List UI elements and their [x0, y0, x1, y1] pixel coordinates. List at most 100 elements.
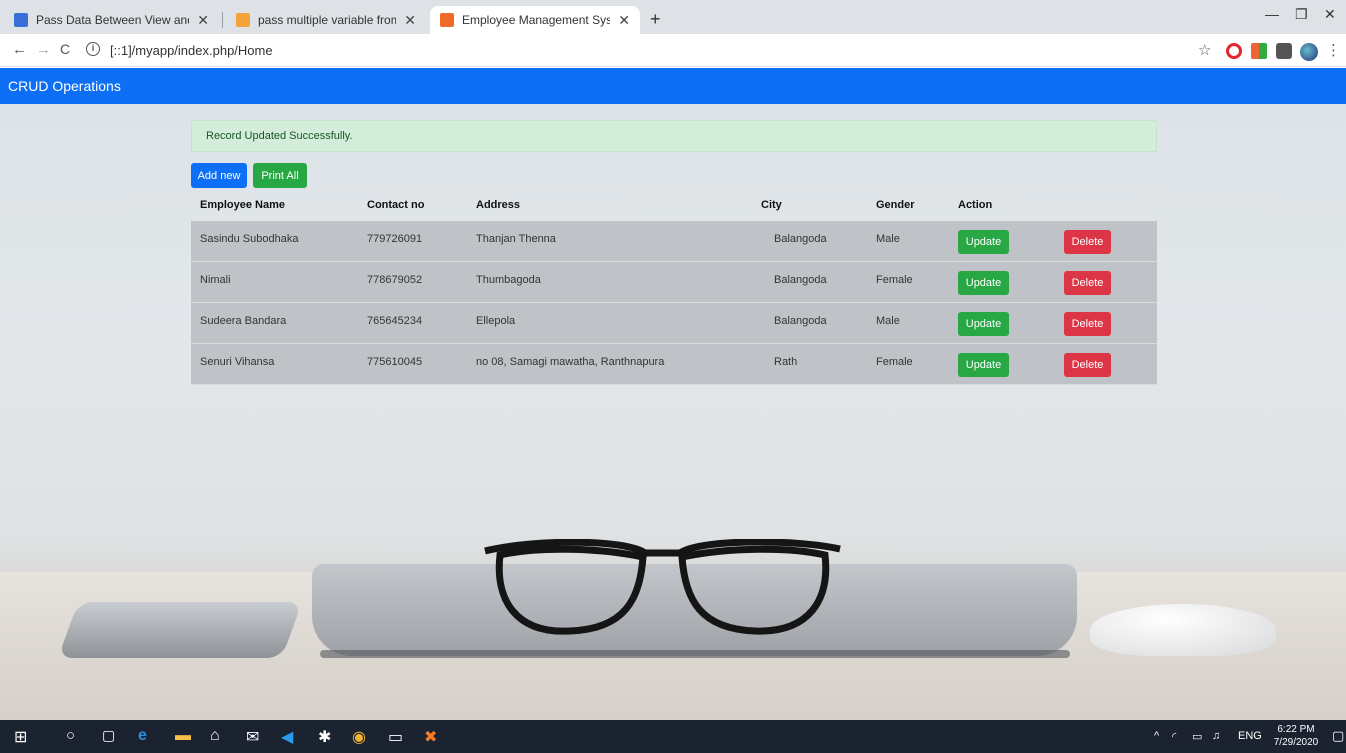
browser-tab-strip: Pass Data Between View and Con ✕ pass mu… — [0, 0, 1346, 34]
show-hidden-icons-icon[interactable]: ^ — [1154, 730, 1159, 742]
new-tab-button[interactable]: + — [650, 9, 661, 30]
browser-menu-icon[interactable]: ⋮ — [1326, 41, 1341, 59]
tab-separator — [222, 12, 223, 28]
mail-icon[interactable]: ✉ — [246, 727, 259, 747]
address-cell: no 08, Samagi mawatha, Ranthnapura — [476, 356, 665, 368]
page-content: Record Updated Successfully. Add new Pri… — [0, 104, 1346, 720]
gender-cell: Female — [876, 274, 913, 286]
system-clock[interactable]: 6:22 PM 7/29/2020 — [1268, 723, 1324, 749]
app-snowflake-icon[interactable]: ✱ — [318, 727, 331, 747]
volume-icon[interactable]: ♫ — [1212, 730, 1220, 742]
maximize-button[interactable]: ❐ — [1295, 6, 1308, 23]
tab-favicon-icon — [14, 13, 28, 27]
browser-tab-2[interactable]: pass multiple variable from contr ✕ — [226, 6, 426, 34]
table-row: Sasindu Subodhaka 779726091 Thanjan Then… — [191, 221, 1157, 262]
language-indicator[interactable]: ENG — [1238, 730, 1262, 742]
tab-close-icon[interactable]: ✕ — [404, 12, 416, 29]
tab-title: Employee Management System — [462, 13, 611, 27]
terminal-icon[interactable]: ▭ — [388, 727, 403, 747]
delete-button[interactable]: Delete — [1064, 353, 1111, 377]
city-cell: Rath — [774, 356, 798, 368]
delete-button[interactable]: Delete — [1064, 271, 1111, 295]
gender-cell: Male — [876, 233, 900, 245]
navbar-brand[interactable]: CRUD Operations — [8, 78, 121, 94]
tab-title: Pass Data Between View and Con — [36, 13, 189, 27]
task-view-icon[interactable]: ▢ — [102, 727, 115, 744]
extension-icon[interactable] — [1251, 43, 1267, 59]
update-button[interactable]: Update — [958, 312, 1009, 336]
notifications-icon[interactable]: ▢ — [1332, 728, 1344, 744]
edge-browser-icon[interactable]: e — [138, 727, 147, 745]
table-header: Employee Name Contact no Address City Ge… — [191, 188, 1157, 221]
clock-date: 7/29/2020 — [1273, 737, 1319, 748]
background-laptop-edge — [320, 650, 1070, 658]
city-cell: Balangoda — [774, 274, 827, 286]
browser-tab-1[interactable]: Pass Data Between View and Con ✕ — [4, 6, 219, 34]
city-cell: Balangoda — [774, 233, 827, 245]
file-explorer-icon[interactable]: ▬ — [175, 727, 191, 745]
tab-title: pass multiple variable from contr — [258, 13, 397, 27]
windows-taskbar: ⊞ ○ ▢ e ▬ ⌂ ✉ ◀ ✱ ◉ ▭ ✖ ^ ◜ ▭ ♫ ENG 6:22… — [0, 720, 1346, 753]
tab-close-icon[interactable]: ✕ — [197, 12, 209, 29]
column-header: Contact no — [367, 199, 425, 211]
tab-close-icon[interactable]: ✕ — [618, 12, 630, 29]
column-header: Action — [958, 199, 993, 211]
column-header: City — [761, 199, 782, 211]
employee-name-cell: Senuri Vihansa — [200, 356, 275, 368]
address-bar[interactable]: [::1]/myapp/index.php/Home — [110, 43, 273, 58]
puzzle-extensions-icon[interactable] — [1276, 43, 1292, 59]
back-arrow-icon[interactable]: ← — [12, 41, 27, 58]
employee-name-cell: Nimali — [200, 274, 231, 286]
site-info-icon[interactable]: i — [86, 42, 100, 56]
contact-cell: 779726091 — [367, 233, 423, 245]
contact-cell: 765645234 — [367, 315, 423, 327]
employee-name-cell: Sudeera Bandara — [200, 315, 287, 327]
wifi-icon[interactable]: ◜ — [1172, 730, 1176, 743]
update-button[interactable]: Update — [958, 271, 1009, 295]
profile-avatar[interactable] — [1300, 43, 1318, 61]
app-navbar: CRUD Operations — [0, 68, 1346, 104]
forward-arrow-icon[interactable]: → — [36, 41, 51, 58]
update-button[interactable]: Update — [958, 230, 1009, 254]
gender-cell: Male — [876, 315, 900, 327]
employee-name-cell: Sasindu Subodhaka — [200, 233, 299, 245]
address-cell: Thanjan Thenna — [476, 233, 556, 245]
background-mouse — [1090, 604, 1276, 656]
employee-table: Employee Name Contact no Address City Ge… — [191, 188, 1157, 385]
bookmark-star-icon[interactable]: ☆ — [1198, 41, 1211, 59]
table-row: Nimali 778679052 Thumbagoda Balangoda Fe… — [191, 262, 1157, 303]
reload-icon[interactable]: C — [60, 41, 70, 57]
city-cell: Balangoda — [774, 315, 827, 327]
background-phone — [57, 602, 303, 658]
delete-button[interactable]: Delete — [1064, 230, 1111, 254]
minimize-button[interactable]: — — [1265, 6, 1279, 22]
print-all-button[interactable]: Print All — [253, 163, 307, 188]
table-row: Senuri Vihansa 775610045 no 08, Samagi m… — [191, 344, 1157, 385]
contact-cell: 775610045 — [367, 356, 423, 368]
store-icon[interactable]: ⌂ — [210, 727, 220, 745]
tab-favicon-icon — [236, 13, 250, 27]
chrome-icon[interactable]: ◉ — [352, 727, 366, 747]
background-glasses — [484, 539, 841, 635]
gender-cell: Female — [876, 356, 913, 368]
opera-extension-icon[interactable] — [1226, 43, 1242, 59]
table-row: Sudeera Bandara 765645234 Ellepola Balan… — [191, 303, 1157, 344]
add-new-button[interactable]: Add new — [191, 163, 247, 188]
tab-favicon-icon — [440, 13, 454, 27]
clock-time: 6:22 PM — [1277, 724, 1315, 735]
delete-button[interactable]: Delete — [1064, 312, 1111, 336]
column-header: Employee Name — [200, 199, 285, 211]
close-window-button[interactable]: ✕ — [1324, 6, 1336, 23]
battery-icon[interactable]: ▭ — [1192, 730, 1202, 743]
vscode-icon[interactable]: ◀ — [281, 727, 293, 747]
address-cell: Ellepola — [476, 315, 516, 327]
address-cell: Thumbagoda — [476, 274, 541, 286]
column-header: Gender — [876, 199, 915, 211]
search-icon[interactable]: ○ — [66, 727, 75, 744]
browser-toolbar: ← → C i [::1]/myapp/index.php/Home ☆ ⋮ — [0, 34, 1346, 67]
windows-start-icon[interactable]: ⊞ — [14, 727, 27, 747]
contact-cell: 778679052 — [367, 274, 423, 286]
browser-tab-3-active[interactable]: Employee Management System ✕ — [430, 6, 640, 34]
xampp-icon[interactable]: ✖ — [424, 727, 437, 747]
update-button[interactable]: Update — [958, 353, 1009, 377]
